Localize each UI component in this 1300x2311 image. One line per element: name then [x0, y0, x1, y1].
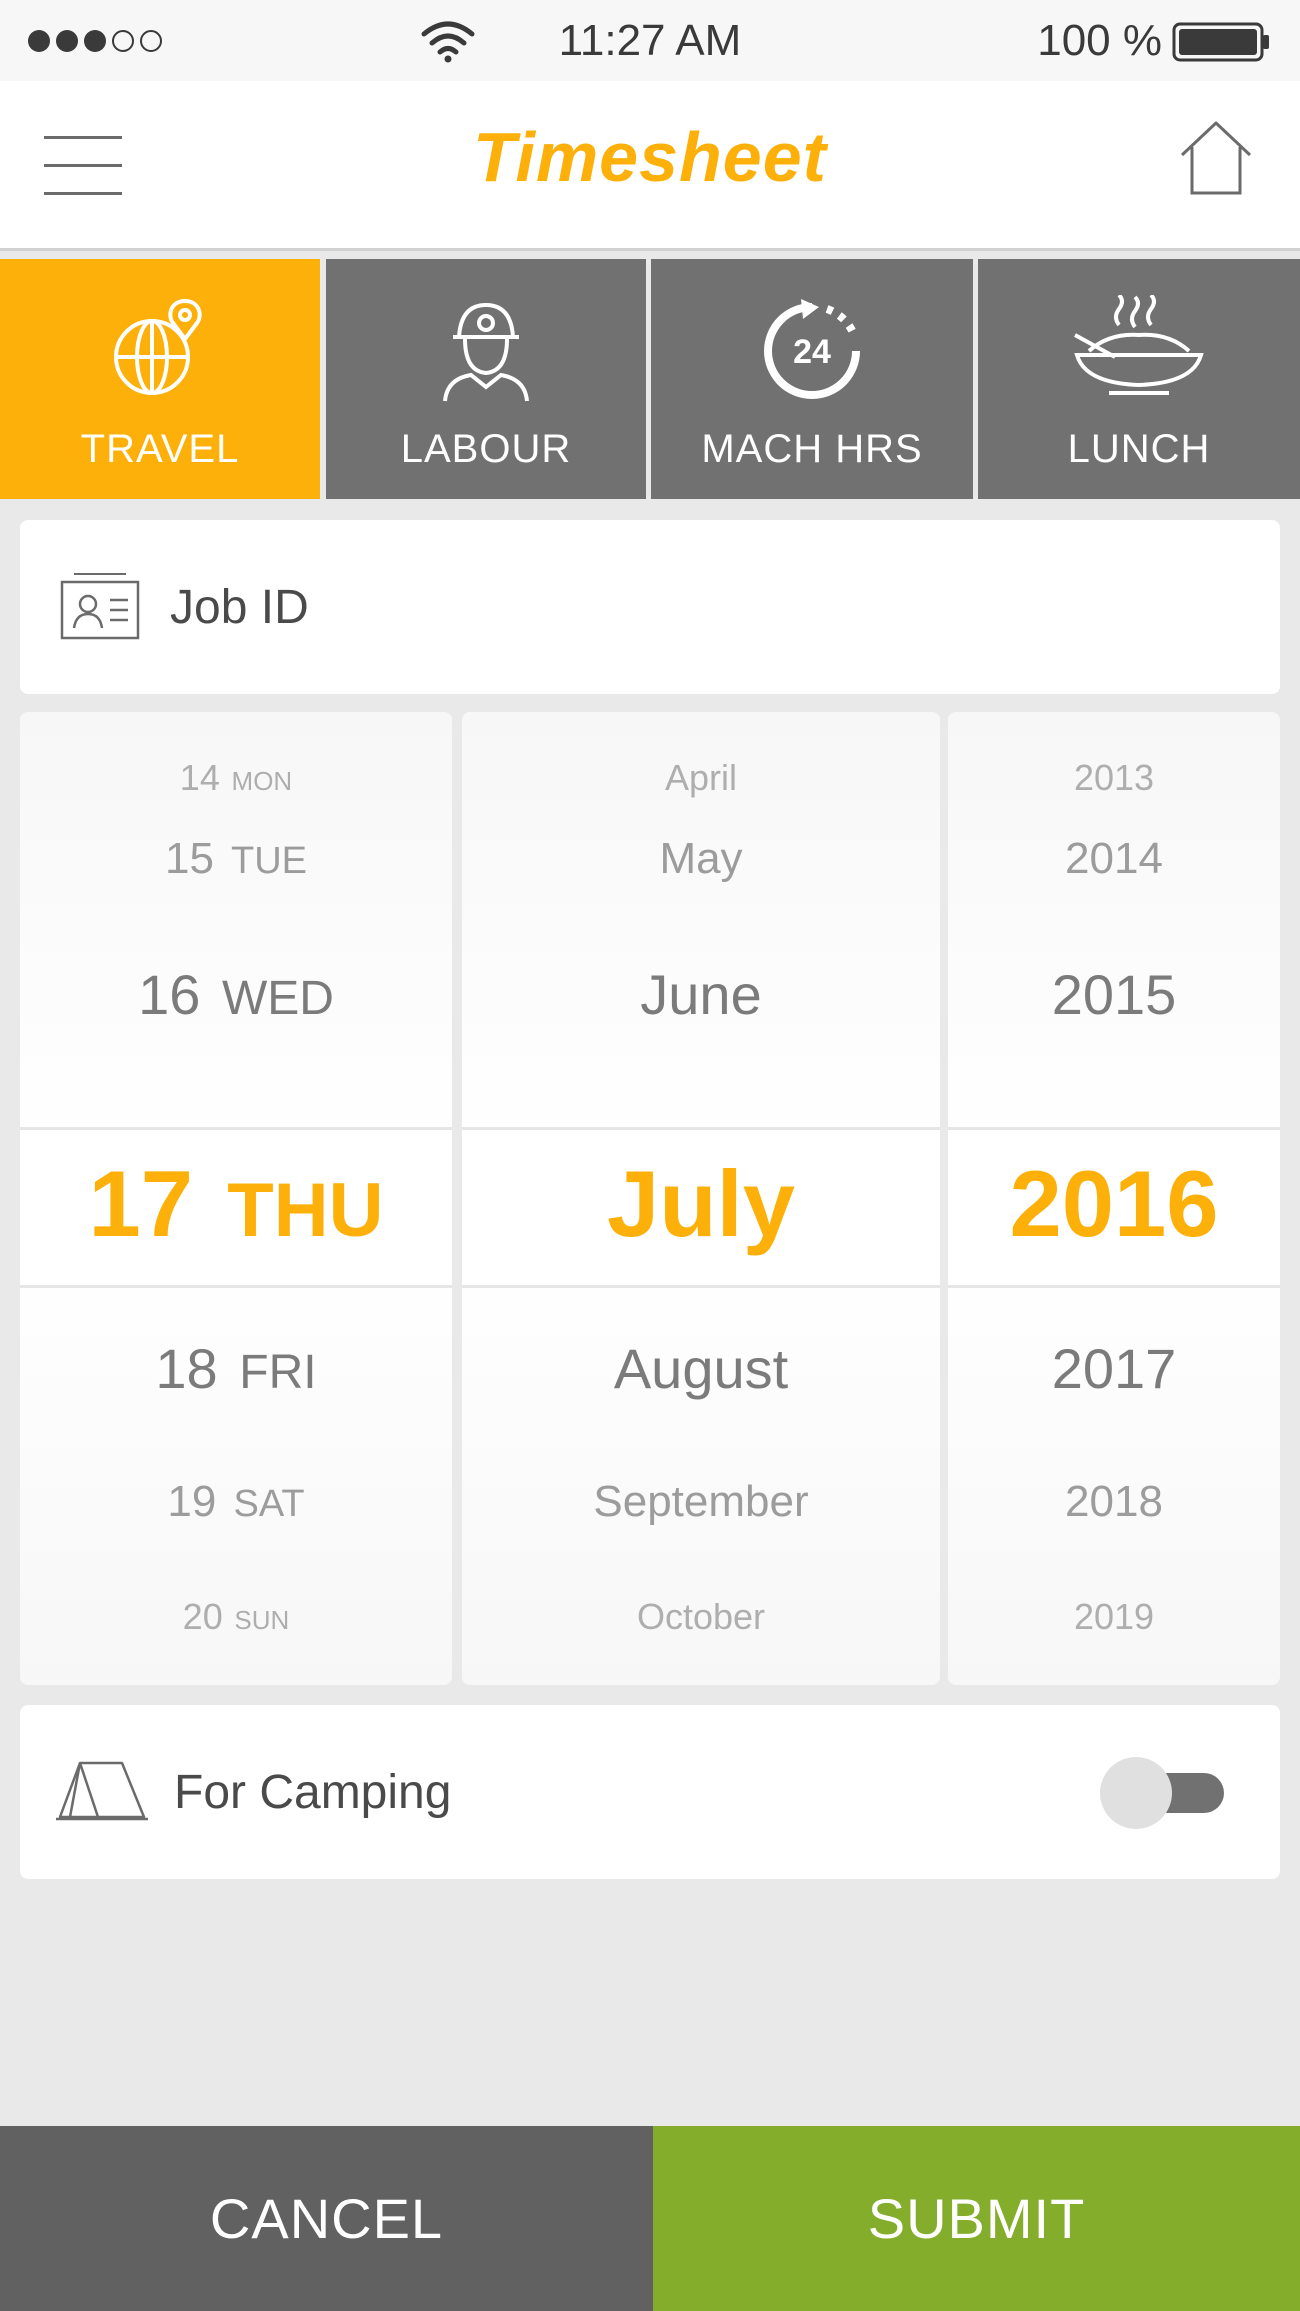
- job-id-field[interactable]: Job ID: [20, 520, 1280, 694]
- tent-icon: [56, 1761, 148, 1821]
- tab-label: TRAVEL: [80, 427, 240, 471]
- day-picker-column[interactable]: 14 MON 15 TUE 16 WED 17 THU 18 FRI 19 SAT 20 SU…: [20, 712, 452, 1685]
- month-option[interactable]: April: [462, 757, 940, 799]
- month-option[interactable]: October: [462, 1596, 940, 1638]
- globe-pin-icon: [114, 298, 202, 395]
- home-icon[interactable]: [1176, 117, 1256, 197]
- camping-toggle[interactable]: [1100, 1757, 1224, 1829]
- tab-labour[interactable]: LABOUR: [326, 259, 646, 499]
- tab-lunch[interactable]: LUNCH: [978, 259, 1300, 499]
- battery-icon: [1172, 22, 1269, 62]
- month-option[interactable]: May: [462, 834, 940, 884]
- day-option[interactable]: 18 FRI: [20, 1336, 452, 1401]
- tab-mach-hrs[interactable]: 24 MACH HRS: [651, 259, 973, 499]
- tab-label: LABOUR: [400, 427, 572, 471]
- year-option[interactable]: 2019: [948, 1596, 1280, 1638]
- year-option[interactable]: 2014: [948, 834, 1280, 884]
- selected-year[interactable]: 2016: [948, 1150, 1280, 1258]
- status-bar: 11:27 AM 100 %: [0, 0, 1300, 81]
- year-option[interactable]: 2015: [948, 962, 1280, 1027]
- year-option[interactable]: 2017: [948, 1336, 1280, 1401]
- tab-label: LUNCH: [1067, 427, 1211, 471]
- 24-hours-icon: 24: [764, 299, 860, 399]
- month-option[interactable]: September: [462, 1477, 940, 1527]
- month-picker-column[interactable]: April May June July August September Oct…: [462, 712, 940, 1685]
- category-tabs: TRAVEL LABOUR 24 MACH HRS LUNCH: [0, 259, 1300, 499]
- submit-button[interactable]: SUBMIT: [653, 2126, 1300, 2311]
- battery-percentage: 100 %: [1037, 16, 1162, 65]
- id-card-icon: [60, 573, 140, 640]
- day-option[interactable]: 19 SAT: [20, 1477, 452, 1527]
- year-option[interactable]: 2013: [948, 757, 1280, 799]
- svg-text:24: 24: [793, 333, 831, 371]
- food-bowl-icon: [1074, 295, 1204, 395]
- day-option[interactable]: 15 TUE: [20, 834, 452, 884]
- job-id-label: Job ID: [170, 581, 309, 634]
- day-option[interactable]: 14 MON: [20, 757, 452, 799]
- tab-label: MACH HRS: [701, 427, 923, 471]
- camping-label: For Camping: [174, 1766, 452, 1819]
- tab-travel[interactable]: TRAVEL: [0, 259, 320, 499]
- selected-month[interactable]: July: [462, 1150, 940, 1258]
- app-header: Timesheet: [0, 81, 1300, 251]
- selected-day[interactable]: 17 THU: [20, 1150, 452, 1258]
- toggle-knob: [1100, 1757, 1172, 1829]
- day-option[interactable]: 16 WED: [20, 962, 452, 1027]
- camping-row: For Camping: [20, 1705, 1280, 1879]
- cancel-button[interactable]: CANCEL: [0, 2126, 653, 2311]
- year-picker-column[interactable]: 2013 2014 2015 2016 2017 2018 2019: [948, 712, 1280, 1685]
- worker-icon: [443, 302, 529, 402]
- action-footer: CANCEL SUBMIT: [0, 2126, 1300, 2311]
- year-option[interactable]: 2018: [948, 1477, 1280, 1527]
- month-option[interactable]: August: [462, 1336, 940, 1401]
- day-option[interactable]: 20 SUN: [20, 1596, 452, 1638]
- page-title: Timesheet: [473, 118, 827, 196]
- month-option[interactable]: June: [462, 962, 940, 1027]
